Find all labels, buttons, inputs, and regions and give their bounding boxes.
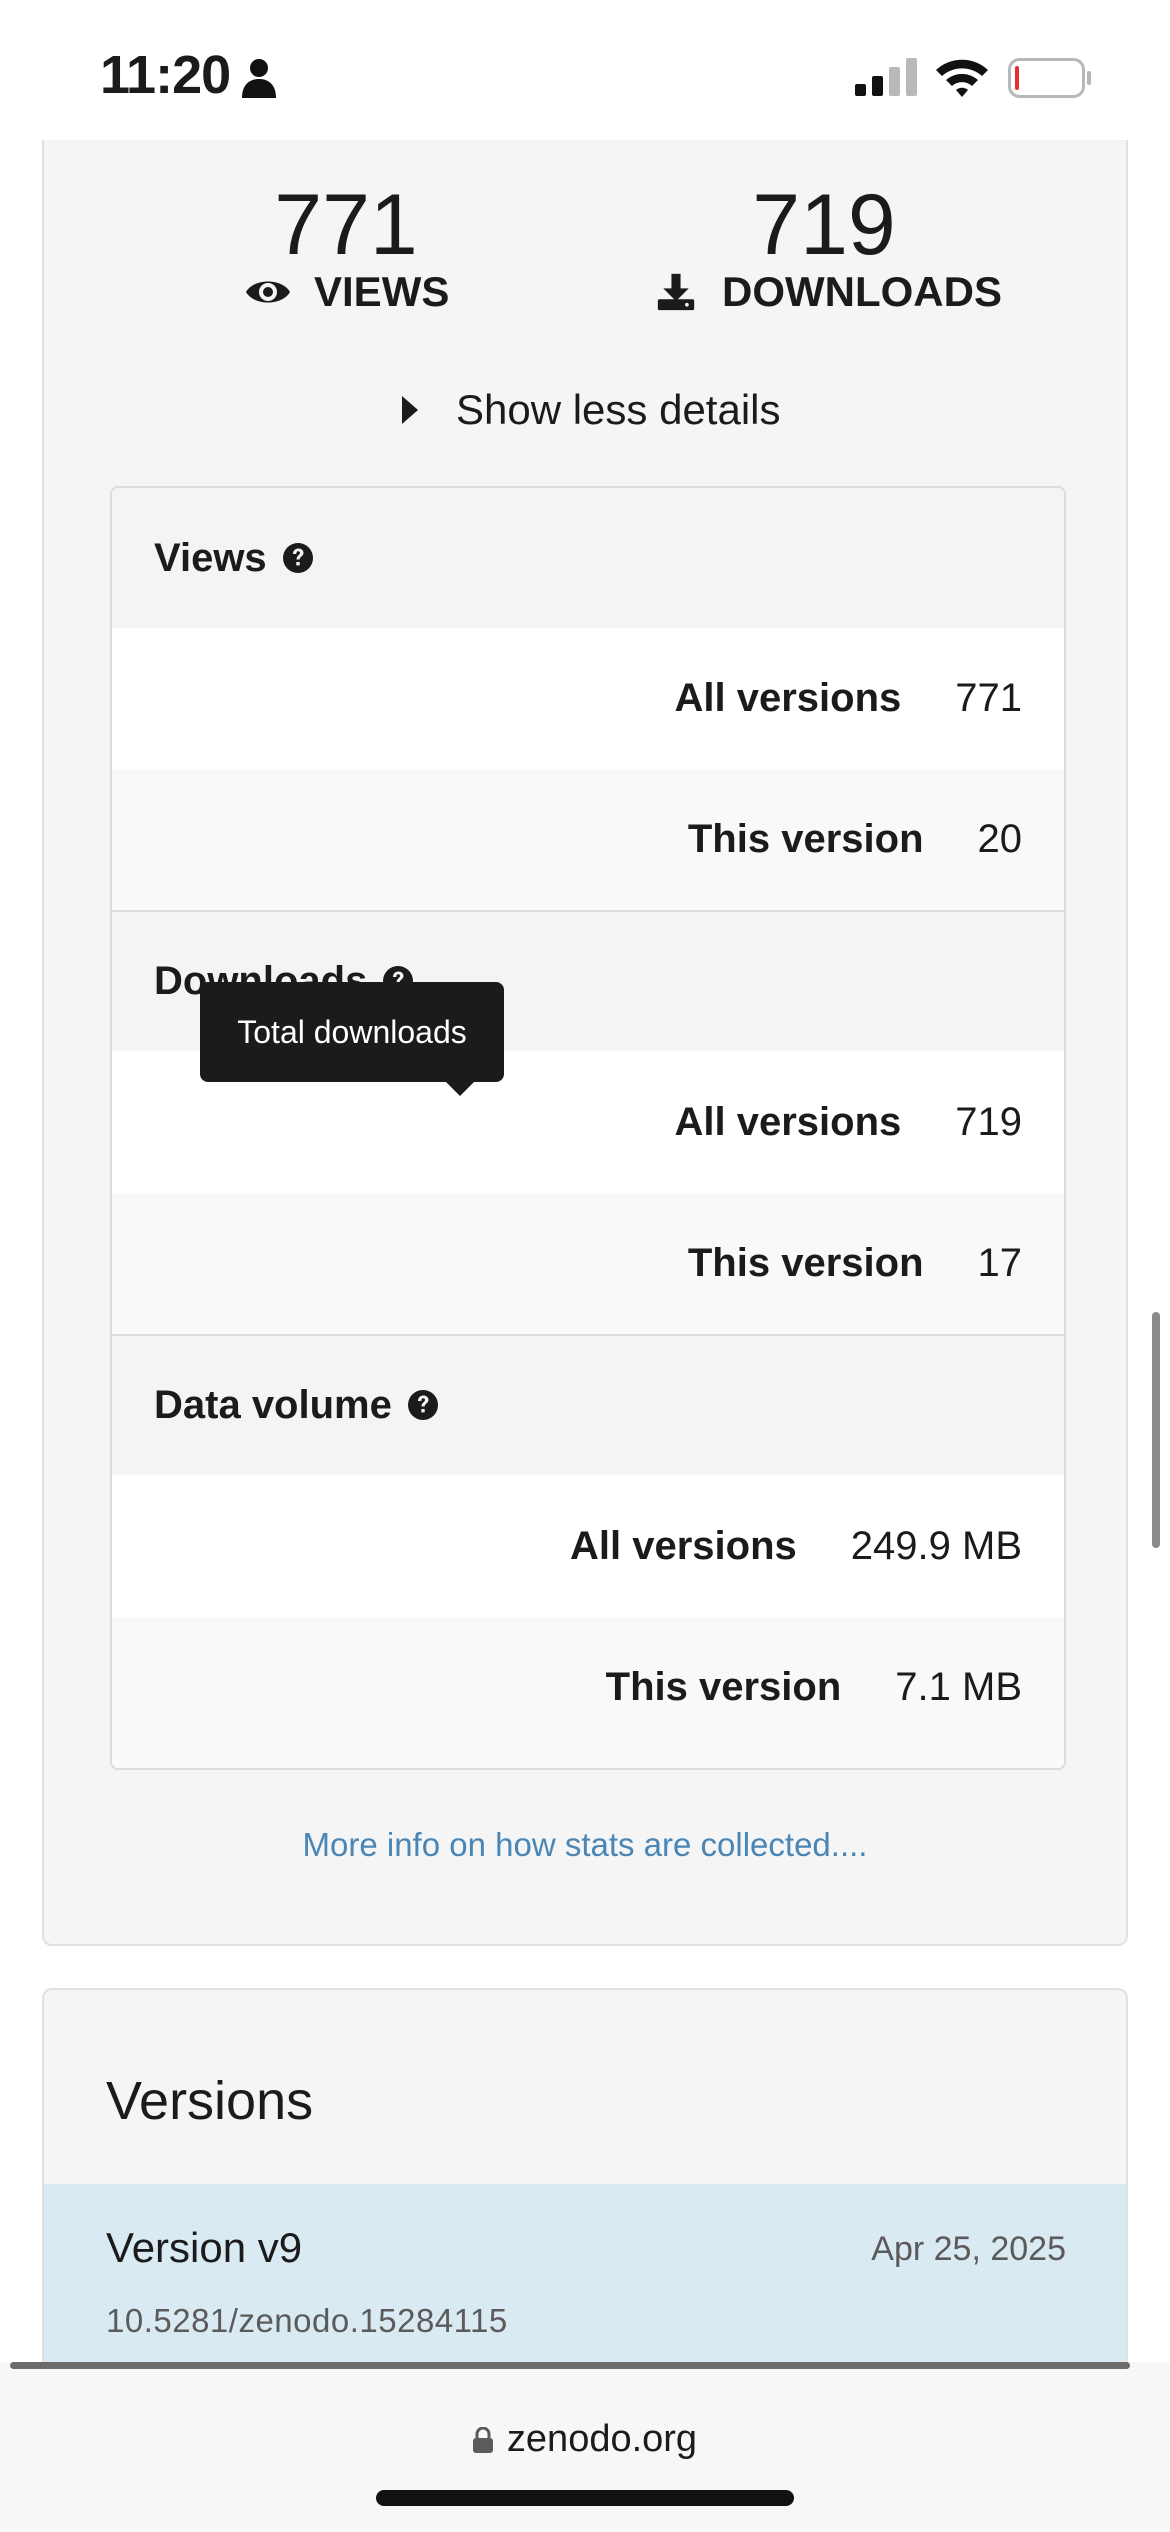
version-item[interactable]: Version v9 Apr 25, 2025 10.5281/zenodo.1… (44, 2184, 1126, 2390)
tooltip-arrow (444, 1080, 476, 1096)
versions-card: Versions Version v9 Apr 25, 2025 10.5281… (42, 1988, 1128, 2390)
row-value: 20 (977, 817, 1023, 861)
downloads-stat-label: DOWNLOADS (652, 268, 1002, 316)
scrollbar[interactable] (1152, 1312, 1160, 1548)
table-row: All versions 771 (112, 628, 1064, 769)
toolbar-divider (10, 2362, 1130, 2369)
question-circle-icon[interactable] (281, 541, 315, 575)
battery-icon (1008, 58, 1091, 98)
stats-details-table: Views All versions 771 This version 20 D… (110, 486, 1066, 1770)
show-less-details-toggle[interactable]: Show less details (402, 386, 781, 434)
data-volume-section-header: Data volume (112, 1334, 1064, 1474)
browser-address-bar[interactable]: zenodo.org (0, 2362, 1170, 2532)
versions-title: Versions (106, 2071, 314, 2131)
row-label: This version (605, 1665, 842, 1709)
version-date: Apr 25, 2025 (871, 2230, 1066, 2268)
status-bar: 11:20 (0, 0, 1170, 140)
version-doi: 10.5281/zenodo.15284115 (106, 2302, 508, 2339)
person-icon (242, 59, 276, 98)
table-row: All versions 249.9 MB (112, 1476, 1064, 1617)
section-title: Views (154, 535, 267, 580)
row-label: All versions (674, 676, 902, 720)
version-name[interactable]: Version v9 (106, 2224, 302, 2272)
stats-info-link[interactable]: More info on how stats are collected.... (44, 1826, 1126, 1864)
row-value: 771 (955, 676, 1022, 720)
downloads-count: 719 (752, 177, 896, 273)
views-count: 771 (274, 177, 418, 273)
table-row: This version 7.1 MB (112, 1617, 1064, 1758)
row-value: 719 (955, 1100, 1022, 1144)
views-stat-label: VIEWS (244, 268, 449, 316)
section-title: Data volume (154, 1382, 392, 1427)
row-value: 7.1 MB (895, 1665, 1022, 1709)
url-display[interactable]: zenodo.org (0, 2418, 1170, 2461)
signal-icon (855, 58, 917, 96)
row-value: 17 (977, 1241, 1023, 1285)
row-label: This version (687, 1241, 924, 1285)
row-label: This version (687, 817, 924, 861)
eye-icon (246, 281, 290, 303)
download-icon (657, 273, 695, 311)
row-label: All versions (570, 1524, 797, 1568)
row-value: 249.9 MB (850, 1524, 1022, 1568)
views-label: VIEWS (314, 268, 450, 315)
home-indicator[interactable] (376, 2490, 794, 2506)
wifi-icon (936, 59, 988, 97)
views-section-header: Views (112, 488, 1064, 628)
caret-right-icon (402, 396, 418, 424)
status-time: 11:20 (100, 45, 231, 105)
stats-card: 771 VIEWS 719 DOWNLOADS Show less detail… (42, 140, 1128, 1946)
question-circle-icon[interactable] (406, 1388, 440, 1422)
downloads-label: DOWNLOADS (722, 268, 1002, 315)
lock-icon (472, 2426, 493, 2453)
table-row: This version 20 (112, 769, 1064, 910)
tooltip: Total downloads (200, 982, 504, 1082)
table-row: This version 17 (112, 1193, 1064, 1334)
toggle-label: Show less details (456, 386, 781, 433)
url-text: zenodo.org (506, 2418, 698, 2460)
row-label: All versions (674, 1100, 902, 1144)
